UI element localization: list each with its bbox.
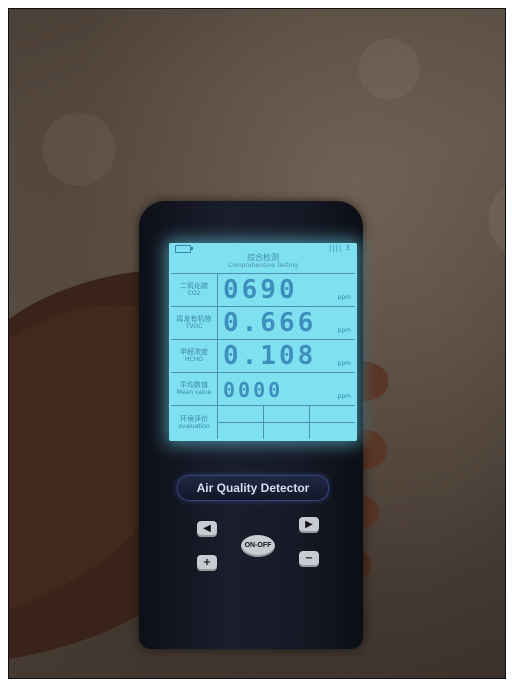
reading-row-mean: 平均数值 Mean value 0000 ppm: [171, 373, 355, 406]
reading-value: 0000: [223, 378, 284, 402]
header-cn: 综合检测: [247, 253, 279, 262]
signal-indicator: |||| 3: [328, 244, 351, 252]
evaluation-cell: [218, 406, 264, 439]
right-arrow-button[interactable]: ▶: [299, 517, 319, 533]
reading-label: 甲醛浓度 HCHO: [171, 340, 218, 372]
air-quality-detector: |||| 3 综合检测 Comprehensive Testing 二氧化碳 C…: [139, 201, 363, 649]
reading-unit: ppm: [337, 360, 351, 367]
photo-frame: |||| 3 综合检测 Comprehensive Testing 二氧化碳 C…: [8, 8, 506, 679]
lcd-screen: |||| 3 综合检测 Comprehensive Testing 二氧化碳 C…: [169, 243, 357, 441]
reading-value: 0690: [223, 275, 298, 305]
reading-label: 平均数值 Mean value: [171, 373, 218, 405]
reading-value: 0.666: [223, 308, 317, 338]
battery-icon: [175, 245, 193, 253]
status-bar: |||| 3: [169, 243, 357, 253]
reading-row-co2: 二氧化碳 CO2 0690 ppm: [171, 274, 355, 307]
reading-label: 二氧化碳 CO2: [171, 274, 218, 306]
evaluation-cells: [218, 406, 355, 439]
reading-grid: 二氧化碳 CO2 0690 ppm 挥发有机物 TVOC 0.666 ppm 甲…: [171, 273, 355, 440]
left-arrow-button[interactable]: ◀: [197, 521, 217, 537]
screen-header: 综合检测 Comprehensive Testing: [169, 253, 357, 270]
evaluation-row: 环境评价 evaluation: [171, 406, 355, 439]
reading-value: 0.108: [223, 341, 317, 371]
evaluation-cell: [310, 406, 355, 439]
plus-button[interactable]: +: [197, 555, 217, 571]
reading-row-tvoc: 挥发有机物 TVOC 0.666 ppm: [171, 307, 355, 340]
reading-row-hcho: 甲醛浓度 HCHO 0.108 ppm: [171, 340, 355, 373]
reading-unit: ppm: [337, 327, 351, 334]
reading-unit: ppm: [337, 294, 351, 301]
header-en: Comprehensive Testing: [228, 262, 298, 269]
reading-unit: ppm: [337, 393, 351, 400]
evaluation-label: 环境评价 evaluation: [171, 406, 218, 439]
brand-badge: Air Quality Detector: [177, 475, 329, 501]
reading-label: 挥发有机物 TVOC: [171, 307, 218, 339]
minus-button[interactable]: −: [299, 551, 319, 567]
evaluation-cell: [264, 406, 310, 439]
power-button[interactable]: ON-OFF: [241, 535, 275, 557]
